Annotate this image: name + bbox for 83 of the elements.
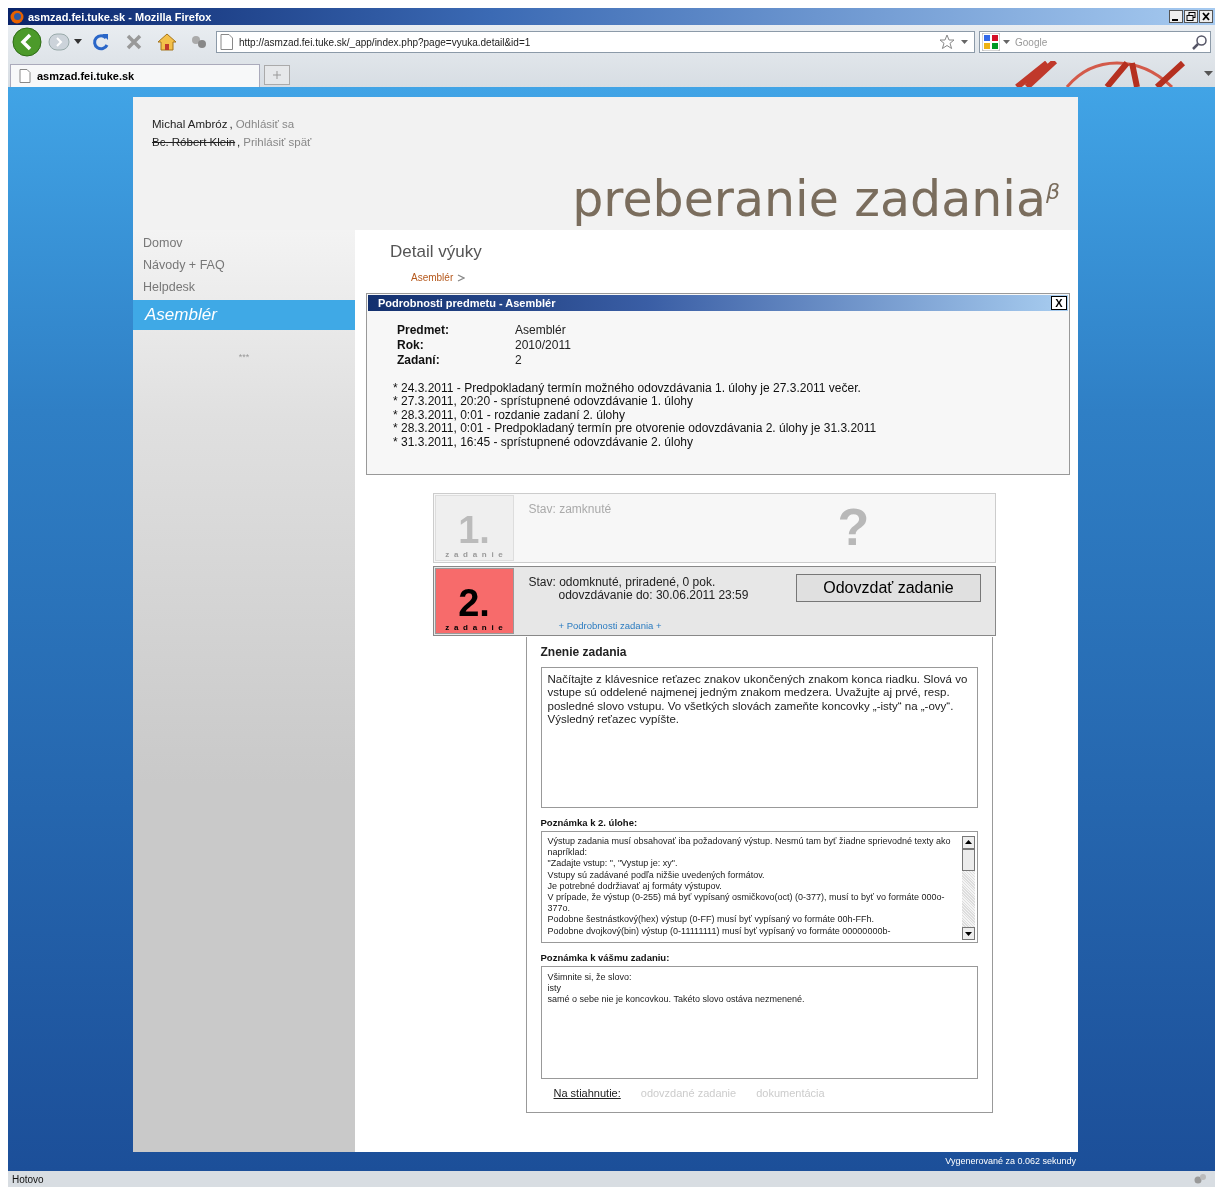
search-icon[interactable]	[1192, 34, 1208, 50]
field-label: Rok:	[397, 338, 425, 353]
assignment-text: Načítajte z klávesnice reťazec znakov ukončených znakom konca riadku. Slová vo vstupe sú oddelené najmenej jedným znakom medzera. Uvažujte aj prvé, resp. posledné slovo vstupu. Vo všetkých slovách zameňte koncovky „-isty“ na „-ovy“. Výsledný reťazec vypíšte.	[547, 673, 969, 727]
assignment-status: Stav: zamknuté	[528, 503, 613, 516]
comma: ,	[229, 117, 233, 132]
personal-note-line: samé o sebe nie je koncovkou. Takéto slovo ostáva nezmenené.	[547, 994, 806, 1006]
news-item: * 24.3.2011 - Predpokladaný termín možného odovzdávania 1. úlohy je 27.3.2011 večer.	[393, 382, 862, 396]
field-value: Asemblér	[515, 323, 567, 338]
downloads-label: Na stiahnutie:	[553, 1087, 621, 1099]
note-line: Podobne šestnástkový(hex) výstup (0-FF) musí byť vypísaný vo formáte 00h-FFh.	[547, 914, 875, 926]
tab-list-caret-icon[interactable]	[1204, 71, 1213, 77]
locked-mark: ?	[837, 499, 870, 555]
note-line: V prípade, že výstup (0-255) má byť vypísaný osmičkovo(oct) (0-377), musí to byť vo formáte 000o-377o.	[547, 892, 946, 915]
firefox-icon	[10, 9, 24, 24]
note-line: Vstupy sú zadávané podľa nižšie uvedených formátov.	[547, 869, 766, 881]
assignment-details-link[interactable]: + Podrobnosti zadania +	[558, 619, 794, 632]
search-input[interactable]: Google	[1013, 35, 1189, 49]
news-item: * 28.3.2011, 0:01 - rozdanie zadaní 2. úlohy	[393, 408, 626, 423]
reload-icon[interactable]	[91, 32, 111, 52]
submit-button[interactable]: Odovzdať zadanie	[796, 574, 981, 602]
page-heading: Detail výuky	[390, 242, 482, 262]
url-text: http://asmzad.fei.tuke.sk/_app/index.php?page=vyuka.detail&id=1	[239, 36, 532, 48]
field-label: Zadaní:	[397, 353, 441, 368]
address-field[interactable]: http://asmzad.fei.tuke.sk/_app/index.php?page=vyuka.detail&id=1	[216, 31, 975, 53]
note-text-area[interactable]	[540, 831, 978, 943]
note-line: "Zadajte vstup: ", "Vystup je: xy".	[547, 858, 679, 870]
note-label: Poznámka k 2. úlohe:	[540, 817, 639, 828]
user-name: Michal Ambróz	[152, 117, 228, 132]
site-title: preberanie zadania$^{β}$	[572, 170, 1060, 230]
panel-title: Podrobnosti predmetu - Asemblér	[378, 297, 556, 309]
window-title: asmzad.fei.tuke.sk - Mozilla Firefox	[28, 10, 213, 23]
assignment-deadline: odovzdávanie do: 30.06.2011 23:59	[557, 589, 750, 602]
news-item: * 28.3.2011, 0:01 - Predpokladaný termín pre otvorenie odovzdávania 2. úlohy je 31.3.2011	[393, 422, 878, 436]
field-value: 2010/2011	[515, 338, 572, 353]
footer-text: Vygenerované za 0.062 sekundy	[945, 1156, 1077, 1166]
breadcrumb-link[interactable]: Asemblér	[411, 272, 454, 283]
news-item: * 31.3.2011, 16:45 - sprístupnené odovzdávanie 2. úlohy	[393, 435, 694, 450]
google-icon[interactable]	[982, 33, 1000, 51]
scroll-up-icon[interactable]	[961, 836, 975, 849]
sidebar-separator: ***	[238, 352, 250, 362]
personal-note-line: isty	[547, 983, 562, 995]
status-text: Hotovo	[12, 1173, 44, 1185]
details-heading: Znenie zadania	[540, 645, 628, 659]
user-action-link[interactable]: Prihlásiť späť	[243, 133, 312, 151]
comma: ,	[237, 135, 241, 150]
field-value: 2	[515, 353, 523, 368]
back-icon[interactable]	[12, 27, 44, 57]
assignment-number: 2.	[458, 583, 490, 623]
note-line: Je potrebné dodržiavať aj formáty výstupov.	[547, 880, 723, 892]
assignment-status: Stav: odomknuté, priradené, 0 pok.	[528, 576, 717, 589]
user-action-link[interactable]: Odhlásiť sa	[235, 115, 295, 133]
addon-icon[interactable]	[191, 34, 207, 50]
personal-note-line: Všimnite si, že slovo:	[547, 972, 633, 984]
history-caret-icon[interactable]	[74, 39, 82, 45]
status-addon-icon	[1193, 1173, 1207, 1185]
dropdown-caret-icon[interactable]	[961, 39, 968, 45]
scroll-down-icon[interactable]	[961, 927, 975, 940]
user-name: Bc. Róbert Klein	[152, 135, 236, 150]
news-item: * 27.3.2011, 20:20 - sprístupnené odovzdávanie 1. úlohy	[393, 395, 694, 409]
minimize-icon[interactable]	[1169, 10, 1183, 23]
sidebar-item[interactable]: Asemblér	[133, 300, 355, 330]
close-button[interactable]: X	[1051, 296, 1067, 310]
dropdown-caret-icon[interactable]	[1003, 39, 1010, 45]
personal-note-label: Poznámka k vášmu zadaniu:	[540, 952, 671, 963]
field-label: Predmet:	[397, 323, 450, 338]
search-field[interactable]: Google	[979, 31, 1211, 53]
sidebar-item[interactable]: Návody + FAQ	[133, 254, 355, 276]
sidebar-item[interactable]: Domov	[133, 232, 355, 254]
note-line: Podobne dvojkový(bin) výstup (0-11111111) musí byť vypísaný vo formáte 00000000b-	[547, 925, 892, 937]
assignment-word: zadanie	[445, 550, 508, 559]
scroll-thumb[interactable]	[961, 849, 975, 871]
note-line: Výstup zadania musí obsahovať iba požadovaný výstup. Nesmú tam byť žiadne sprievodné texty ako napríklad:	[547, 836, 952, 859]
bookmark-star-icon[interactable]	[939, 34, 955, 50]
page-icon	[19, 69, 31, 83]
chevron-icon	[457, 273, 466, 282]
page-icon	[220, 34, 233, 50]
restore-icon[interactable]	[1184, 10, 1198, 23]
browser-tab[interactable]: asmzad.fei.tuke.sk	[10, 64, 260, 87]
home-icon[interactable]	[157, 33, 177, 51]
sidebar-item[interactable]: Helpdesk	[133, 276, 355, 298]
close-icon[interactable]	[1199, 10, 1213, 23]
assignment-word: zadanie	[445, 623, 508, 632]
scrollbar[interactable]	[961, 836, 975, 940]
